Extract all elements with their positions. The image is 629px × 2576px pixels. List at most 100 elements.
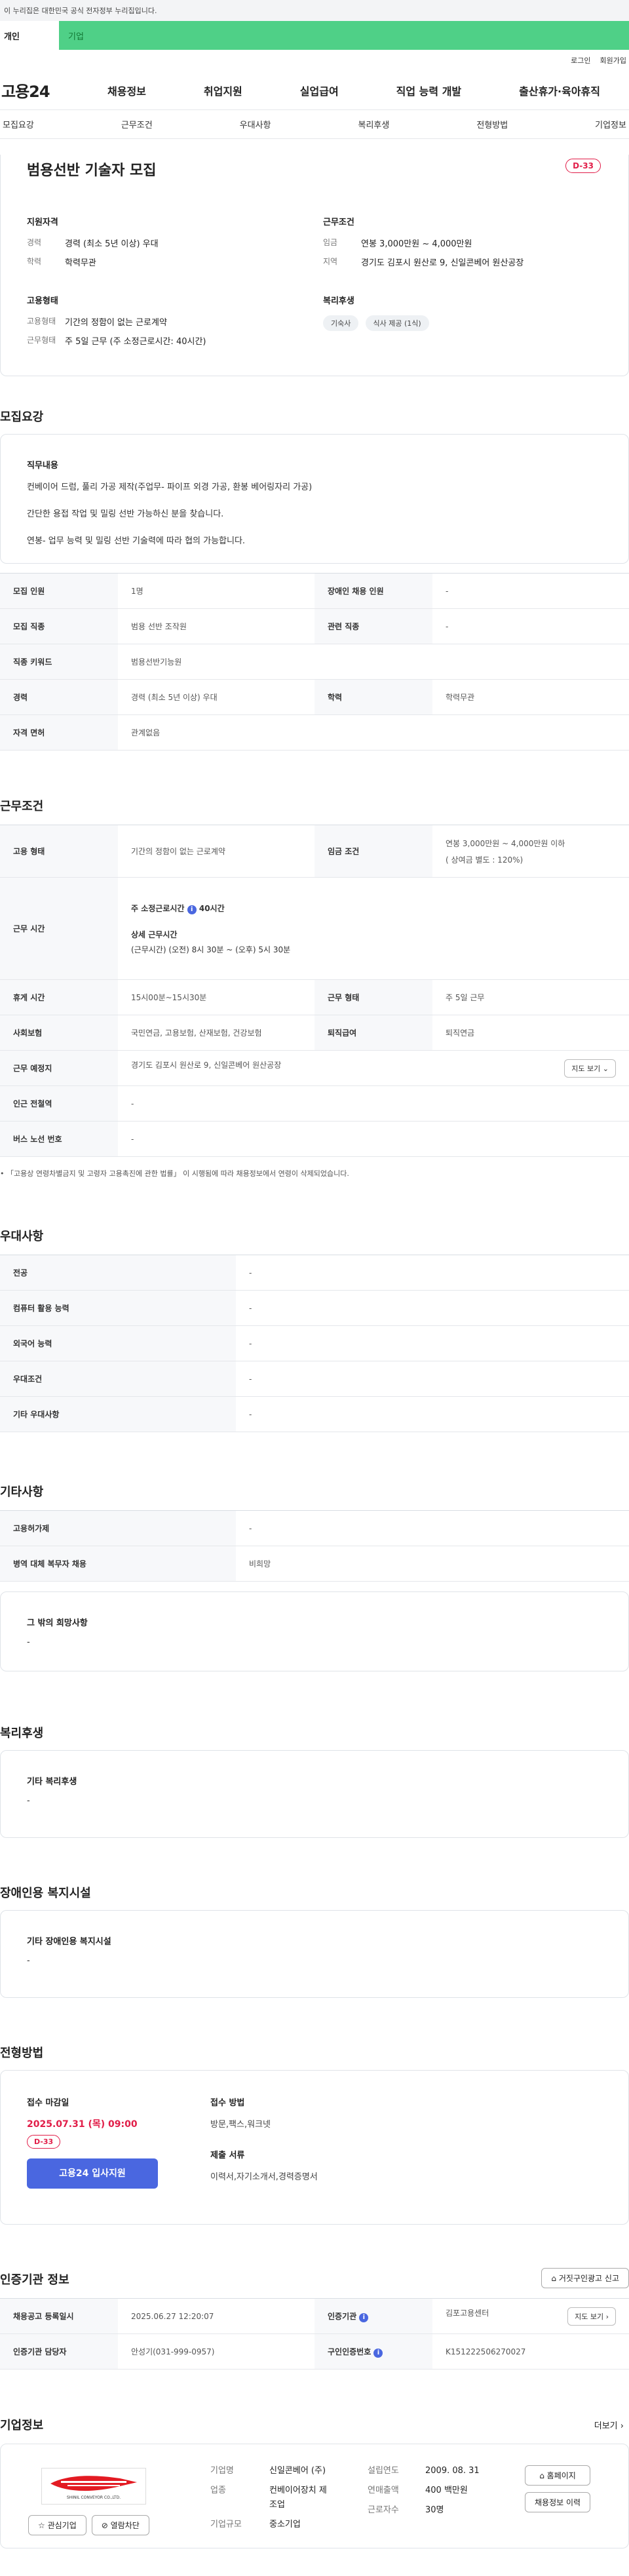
disability-box-heading: 기타 장애인용 복지시설 [27, 1937, 111, 1947]
cell-value: 퇴직연금 [432, 1015, 629, 1051]
cell-value: 15시00분~15시30분 [118, 979, 314, 1015]
menu-skills-development[interactable]: 직업 능력 개발 [396, 83, 461, 98]
wage-range: 연봉 3,000만원 ~ 4,000만원 이하 [446, 838, 565, 848]
block-icon: ⊘ [101, 2521, 111, 2530]
table-row: 병역 대체 복무자 채용 비희망 [0, 1546, 629, 1582]
agency-section-title: 인증기관 정보 [0, 2273, 69, 2287]
pref-table: 전공 - 컴퓨터 활용 능력 - 외국어 능력 - 우대조건 - 기타 우대사항 - [0, 1255, 629, 1432]
dday-badge: D-33 [565, 159, 601, 173]
map-button[interactable]: 지도 보기 ⌄ [564, 1059, 616, 1078]
sales-value: 400 백만원 [425, 2486, 468, 2495]
welfare-heading: 복리후생 [323, 296, 354, 306]
subnav-company[interactable]: 기업정보 [595, 118, 626, 130]
region-value: 경기도 김포시 원산로 9, 신일콘베어 원산공장 [361, 258, 524, 268]
career-value: 경력 (최소 5년 이상) 우대 [65, 239, 159, 249]
weekly-hours: 주 소정근로시간 i 40시간 [131, 903, 616, 914]
cell-value: - [236, 1510, 629, 1546]
cell-header: 휴게 시간 [0, 979, 118, 1015]
homepage-button[interactable]: ⌂ 홈페이지 [525, 2465, 591, 2486]
table-row: 고용허가제 - [0, 1510, 629, 1546]
user-type-tabs: 개인 기업 [0, 21, 629, 50]
cell-value: 2025.06.27 12:20:07 [118, 2298, 314, 2334]
site-logo[interactable]: 고용24 [0, 79, 79, 102]
table-row: 버스 노선 번호 - [0, 1121, 629, 1157]
emp-type-value: 기간의 정함이 없는 근로계약 [65, 318, 167, 328]
welfare-box-value: - [27, 1796, 30, 1806]
work-type-value: 주 5일 근무 (주 소정근로시간: 40시간) [65, 337, 206, 347]
home-icon: ⌂ [539, 2471, 547, 2480]
pref-section-title: 우대사항 [0, 1230, 44, 1243]
cell-header: 임금 조건 [314, 825, 432, 878]
table-row: 컴퓨터 활용 능력 - [0, 1290, 629, 1326]
established-value: 2009. 08. 31 [425, 2466, 480, 2476]
table-row: 인근 전철역 - [0, 1085, 629, 1122]
block-view-button[interactable]: ⊘ 열람차단 [91, 2515, 149, 2535]
utility-links: 로그인 회원가입 [0, 50, 629, 71]
cell-value: - [118, 1121, 629, 1157]
agency-map-button[interactable]: 지도 보기 › [567, 2307, 616, 2326]
tab-business[interactable]: 기업 [59, 21, 629, 50]
favorite-company-label: 관심기업 [47, 2521, 77, 2530]
info-icon[interactable]: i [187, 905, 197, 914]
deadline-date: 2025.07.31 (목) 09:00 [27, 2119, 138, 2130]
cell-value: - [432, 608, 629, 644]
cell-header: 버스 노선 번호 [0, 1121, 118, 1157]
qualification-heading: 지원자격 [27, 218, 58, 227]
process-section-title: 전형방법 [0, 2046, 44, 2060]
cell-header: 고용 형태 [0, 825, 118, 878]
subnav-process[interactable]: 전형방법 [476, 118, 508, 130]
agency-table: 채용공고 등록일시 2025.06.27 12:20:07 인증기관 i 김포고용센터… [0, 2298, 629, 2370]
agency-org-label: 인증기관 [328, 2311, 357, 2321]
age-note: • 「고용상 연령차별금지 및 고령자 고용촉진에 관한 법률」 이 시행됨에 … [0, 1168, 349, 1179]
cell-header: 경력 [0, 679, 118, 715]
workplace-address: 경기도 김포시 원산로 9, 신일콘베어 원산공장 [131, 1060, 282, 1070]
home-icon: ⌂ [551, 2274, 559, 2283]
subnav-recruit[interactable]: 모집요강 [3, 118, 34, 130]
menu-employment-support[interactable]: 취업지원 [204, 83, 242, 98]
welfare-chip: 식사 제공 (1식) [365, 315, 429, 331]
disability-box: 기타 장애인용 복지시설 - [0, 1910, 629, 1998]
report-fake-ad-button[interactable]: ⌂ 거짓구인광고 신고 [541, 2268, 629, 2288]
welfare-section-title: 복리후생 [0, 1727, 44, 1740]
apply-button[interactable]: 고용24 입사지원 [27, 2158, 158, 2189]
join-link[interactable]: 회원가입 [600, 55, 626, 66]
condition-heading: 근무조건 [323, 218, 354, 227]
duty-line: 간단한 용접 작업 및 밀링 선반 가능하신 분을 찾습니다. [27, 509, 224, 519]
subnav-welfare[interactable]: 복리후생 [358, 118, 389, 130]
cell-value: - [118, 1085, 629, 1122]
menu-unemployment-benefit[interactable]: 실업급여 [300, 83, 339, 98]
homepage-label: 홈페이지 [546, 2471, 576, 2480]
cell-header: 장애인 채용 인원 [314, 573, 432, 609]
company-more-label: 더보기 [594, 2421, 618, 2431]
table-row: 고용 형태 기간의 정함이 없는 근로계약 임금 조건 연봉 3,000만원 ~… [0, 825, 629, 878]
subnav-preferences[interactable]: 우대사항 [240, 118, 271, 130]
cell-value: 비희망 [236, 1546, 629, 1582]
deadline-dday-badge: D-33 [27, 2135, 61, 2149]
work-table: 고용 형태 기간의 정함이 없는 근로계약 임금 조건 연봉 3,000만원 ~… [0, 825, 629, 1157]
menu-job-info[interactable]: 채용정보 [107, 83, 146, 98]
cell-value: 연봉 3,000만원 ~ 4,000만원 이하 ( 상여금 별도 : 120%) [432, 825, 629, 878]
table-row: 채용공고 등록일시 2025.06.27 12:20:07 인증기관 i 김포고용센터… [0, 2298, 629, 2334]
cell-header: 기타 우대사항 [0, 1396, 236, 1432]
company-more-link[interactable]: 더보기 › [594, 2419, 624, 2431]
job-history-button[interactable]: 채용정보 이력 [525, 2492, 591, 2512]
tab-personal[interactable]: 개인 [0, 21, 59, 50]
etc-section-title: 기타사항 [0, 1485, 44, 1499]
detail-hours-value: (근무시간) (오전) 8시 30분 ~ (오후) 5시 30분 [131, 945, 291, 954]
star-icon: ☆ [38, 2521, 48, 2530]
subnav-work-conditions[interactable]: 근무조건 [121, 118, 153, 130]
company-logo-text: SHINIL CONVEYOR CO.,LTD. [66, 2495, 121, 2500]
cell-value: 범용 선반 조작원 [118, 608, 314, 644]
info-icon[interactable]: i [359, 2313, 369, 2322]
cell-header: 구인인증번호 i [314, 2333, 432, 2370]
company-card: SHINIL CONVEYOR CO.,LTD. ☆ 관심기업 ⊘ 열람차단 기… [0, 2444, 629, 2548]
info-icon[interactable]: i [373, 2348, 383, 2358]
docs-heading: 제출 서류 [210, 2151, 245, 2160]
welfare-group: 복리후생 기숙사 식사 제공 (1식) [323, 294, 433, 331]
favorite-company-button[interactable]: ☆ 관심기업 [28, 2515, 86, 2535]
table-row: 경력 경력 (최소 5년 이상) 우대 학력 학력무관 [0, 679, 629, 715]
menu-parental-leave[interactable]: 출산휴가·육아휴직 [519, 83, 600, 98]
etc-wish-heading: 그 밖의 희망사항 [27, 1618, 88, 1628]
login-link[interactable]: 로그인 [571, 55, 590, 66]
method-heading: 접수 방법 [210, 2098, 245, 2108]
